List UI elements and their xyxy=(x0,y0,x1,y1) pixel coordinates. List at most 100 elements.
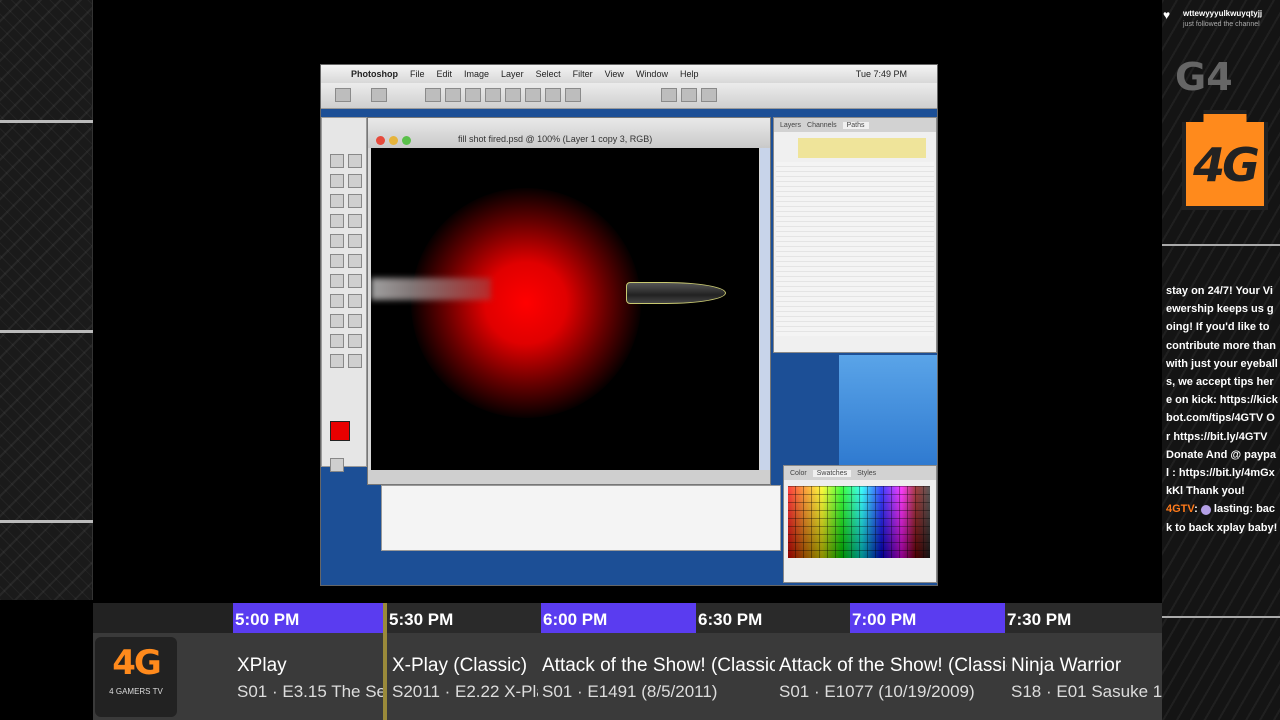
menu-edit[interactable]: Edit xyxy=(437,69,453,79)
program-title: XPlay xyxy=(237,655,287,676)
program-episode: S18 · E01 Sasuke 18 xyxy=(1011,682,1162,701)
program-episode: S01 · E1077 (10/19/2009) xyxy=(779,682,975,701)
quick-mask-icon[interactable] xyxy=(330,458,344,472)
menu-help[interactable]: Help xyxy=(680,69,699,79)
4g-logo-mark: 4G xyxy=(1193,138,1260,192)
tool-options-bar xyxy=(321,83,937,109)
window-controls xyxy=(376,136,411,145)
option-button[interactable] xyxy=(465,88,481,102)
slice-tool-icon[interactable] xyxy=(348,194,362,208)
tab-styles[interactable]: Styles xyxy=(857,470,876,477)
program-title: Attack of the Show! (Classic xyxy=(779,655,1007,676)
option-button[interactable] xyxy=(661,88,677,102)
shape-tool-icon[interactable] xyxy=(348,314,362,328)
crop-tool-icon[interactable] xyxy=(330,194,344,208)
stamp-tool-icon[interactable] xyxy=(330,234,344,248)
emote-icon xyxy=(1200,504,1211,515)
marquee-tool-icon[interactable] xyxy=(330,154,344,168)
program-episode: S2011 · E2.22 X-Pla xyxy=(392,682,538,701)
history-brush-tool-icon[interactable] xyxy=(348,234,362,248)
menu-filter[interactable]: Filter xyxy=(573,69,593,79)
magic-wand-tool-icon[interactable] xyxy=(348,174,362,188)
option-button[interactable] xyxy=(525,88,541,102)
menubar-clock: Tue 7:49 PM xyxy=(855,69,907,79)
hand-tool-icon[interactable] xyxy=(330,354,344,368)
channel-logo: 4G 4 GAMERS TV xyxy=(95,637,177,717)
lasso-tool-icon[interactable] xyxy=(330,174,344,188)
foreground-color-swatch[interactable] xyxy=(330,421,350,441)
option-button[interactable] xyxy=(425,88,441,102)
path-row[interactable] xyxy=(798,138,926,158)
follower-subtext: just followed the channel xyxy=(1183,21,1260,28)
dodge-tool-icon[interactable] xyxy=(348,274,362,288)
time-slot: 6:00 PM xyxy=(541,603,696,633)
time-slot: 7:30 PM xyxy=(1005,603,1162,633)
type-tool-icon[interactable] xyxy=(348,294,362,308)
chat-message: stay on 24/7! Your Viewership keeps us g… xyxy=(1166,285,1278,498)
minimize-window-icon[interactable] xyxy=(389,136,398,145)
red-glow-artwork xyxy=(411,188,641,418)
swatch-grid[interactable] xyxy=(788,486,930,558)
notes-tool-icon[interactable] xyxy=(330,334,344,348)
tab-paths[interactable]: Paths xyxy=(842,121,869,129)
palette-tab-bar: Layers Channels Paths xyxy=(774,118,936,132)
option-button[interactable] xyxy=(565,88,581,102)
left-decor-panel xyxy=(0,0,93,600)
menu-image[interactable]: Image xyxy=(464,69,489,79)
vertical-scrollbar[interactable] xyxy=(760,148,770,470)
blur-tool-icon[interactable] xyxy=(330,274,344,288)
tv-schedule-bar: 5:00 PM 5:30 PM 6:00 PM 6:30 PM 7:00 PM … xyxy=(93,603,1162,720)
tab-swatches[interactable]: Swatches xyxy=(812,469,852,477)
document-status-bar xyxy=(368,470,770,484)
move-tool-icon[interactable] xyxy=(348,154,362,168)
tool-preset-button[interactable] xyxy=(335,88,351,102)
zoom-tool-icon[interactable] xyxy=(348,354,362,368)
heart-icon: ♥ xyxy=(1163,8,1171,22)
option-button[interactable] xyxy=(505,88,521,102)
logo-subtitle: 4 GAMERS TV xyxy=(109,687,163,696)
time-slot: 5:00 PM xyxy=(233,603,386,633)
option-button[interactable] xyxy=(681,88,697,102)
program-cell: Ninja Warrior S18 · E01 Sasuke 18 xyxy=(1007,633,1162,720)
pen-tool-icon[interactable] xyxy=(330,314,344,328)
program-title: Attack of the Show! (Classic xyxy=(542,655,775,676)
program-cell: Attack of the Show! (Classic S01 · E1077… xyxy=(775,633,1007,720)
tab-layers[interactable]: Layers xyxy=(780,122,801,129)
program-title: X-Play (Classic) xyxy=(392,655,528,676)
gradient-tool-icon[interactable] xyxy=(348,254,362,268)
follower-name: wttewyyyulkwuyqtyjj xyxy=(1183,9,1263,18)
option-button[interactable] xyxy=(485,88,501,102)
document-title[interactable]: fill shot fired.psd @ 100% (Layer 1 copy… xyxy=(368,118,770,148)
option-button[interactable] xyxy=(445,88,461,102)
chat-panel: stay on 24/7! Your Viewership keeps us g… xyxy=(1166,282,1278,537)
logo-mark: 4G xyxy=(112,643,162,683)
menu-file[interactable]: File xyxy=(410,69,425,79)
selection-mode-button[interactable] xyxy=(371,88,387,102)
program-episode: S01 · E3.15 The Sec xyxy=(237,682,385,701)
tab-color[interactable]: Color xyxy=(790,470,807,477)
eyedropper-tool-icon[interactable] xyxy=(348,334,362,348)
brush-tool-icon[interactable] xyxy=(348,214,362,228)
time-row: 5:00 PM 5:30 PM 6:00 PM 6:30 PM 7:00 PM … xyxy=(93,603,1162,633)
time-slot: 6:30 PM xyxy=(696,603,851,633)
program-cell: Attack of the Show! (Classic S01 · E1491… xyxy=(538,633,775,720)
g4-brand-text: G4 xyxy=(1175,55,1233,99)
palette-list xyxy=(776,162,934,336)
menu-select[interactable]: Select xyxy=(536,69,561,79)
option-button[interactable] xyxy=(545,88,561,102)
option-button[interactable] xyxy=(701,88,717,102)
menu-app[interactable]: Photoshop xyxy=(351,69,398,79)
menu-view[interactable]: View xyxy=(605,69,624,79)
menu-layer[interactable]: Layer xyxy=(501,69,524,79)
healing-tool-icon[interactable] xyxy=(330,214,344,228)
menu-window[interactable]: Window xyxy=(636,69,668,79)
eraser-tool-icon[interactable] xyxy=(330,254,344,268)
image-canvas[interactable] xyxy=(371,148,759,470)
zoom-window-icon[interactable] xyxy=(402,136,411,145)
swatches-palette: Color Swatches Styles xyxy=(783,465,937,583)
path-select-tool-icon[interactable] xyxy=(330,294,344,308)
motion-trail-artwork xyxy=(371,278,491,300)
tab-channels[interactable]: Channels xyxy=(807,122,837,129)
close-window-icon[interactable] xyxy=(376,136,385,145)
chat-username[interactable]: 4GTV xyxy=(1166,503,1194,515)
